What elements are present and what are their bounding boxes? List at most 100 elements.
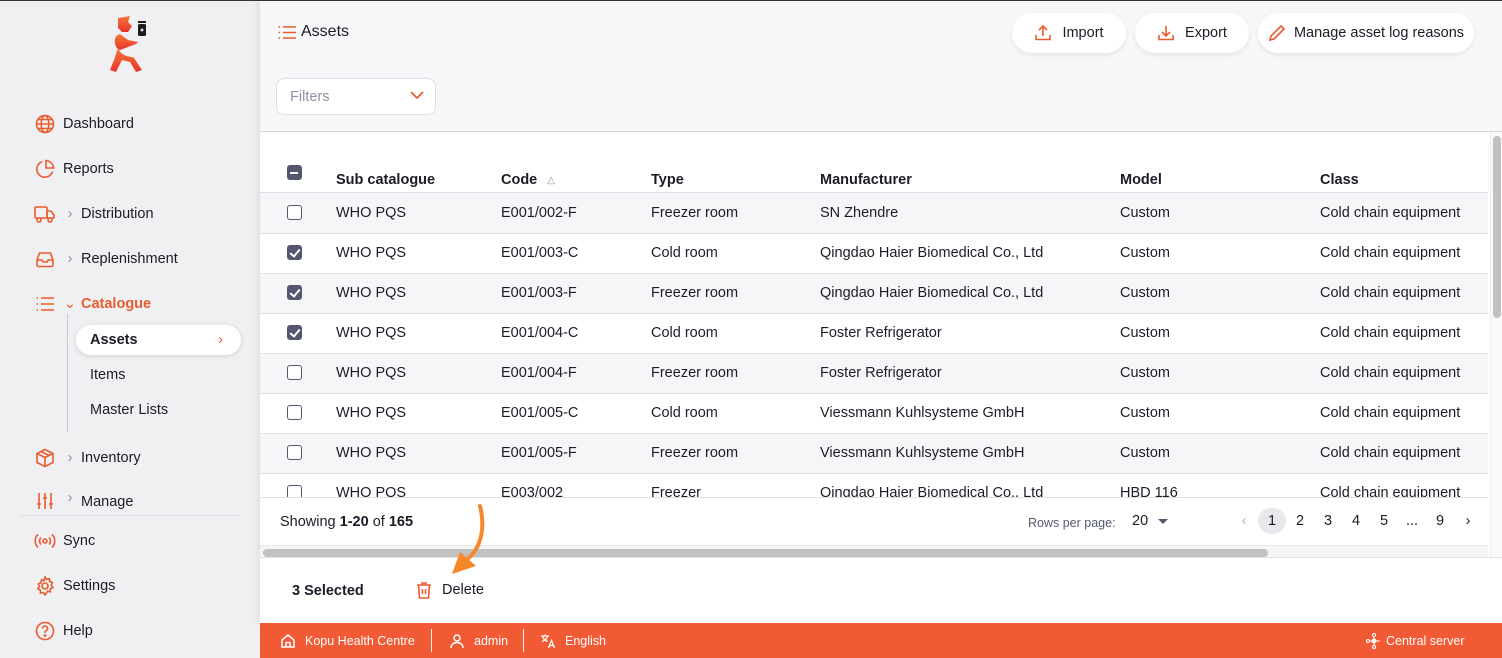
download-icon	[1157, 24, 1175, 42]
cell-class: Cold chain equipment	[1320, 405, 1460, 421]
column-header-sub-catalogue[interactable]: Sub catalogue	[336, 172, 435, 188]
list-icon	[277, 22, 297, 42]
filters-dropdown[interactable]: Filters	[276, 78, 436, 115]
nav-replenishment[interactable]: › Replenishment	[34, 246, 178, 272]
nav-dashboard[interactable]: Dashboard	[34, 111, 134, 137]
vertical-scrollbar-thumb[interactable]	[1493, 136, 1501, 318]
nav-distribution[interactable]: › Distribution	[34, 201, 154, 227]
main-content: Assets Import Export Manage asset log re…	[260, 0, 1502, 623]
chevron-right-icon[interactable]: ›	[63, 206, 77, 222]
table-row[interactable]: WHO PQSE001/003-CCold roomQingdao Haier …	[260, 234, 1488, 274]
status-bar: Kopu Health Centre admin English Central…	[260, 623, 1502, 658]
cell-code: E001/004-C	[501, 325, 578, 341]
page-button[interactable]: 2	[1286, 508, 1314, 534]
row-checkbox[interactable]	[287, 285, 302, 300]
assets-table: Sub catalogue Code△ Type Manufacturer Mo…	[260, 131, 1502, 557]
previous-page-button[interactable]: ‹	[1230, 508, 1258, 534]
cell-sub-catalogue: WHO PQS	[336, 285, 406, 301]
export-label: Export	[1185, 25, 1227, 41]
cell-manufacturer: Qingdao Haier Biomedical Co., Ltd	[820, 245, 1043, 261]
page-button[interactable]: 4	[1342, 508, 1370, 534]
nav-inventory-label: Inventory	[81, 450, 141, 466]
nav-sync[interactable]: Sync	[34, 528, 95, 554]
radio-icon	[34, 530, 56, 552]
row-checkbox[interactable]	[287, 485, 302, 497]
nav-assets[interactable]: Assets ›	[76, 325, 241, 355]
nav-help-label: Help	[63, 623, 93, 639]
chevron-right-icon[interactable]: ›	[63, 251, 77, 267]
column-header-model[interactable]: Model	[1120, 172, 1162, 188]
cell-code: E001/002-F	[501, 205, 577, 221]
globe-icon	[34, 113, 56, 135]
cell-code: E001/005-F	[501, 445, 577, 461]
row-checkbox[interactable]	[287, 205, 302, 220]
column-header-code[interactable]: Code△	[501, 172, 555, 188]
nav-sync-label: Sync	[63, 533, 95, 549]
page-button[interactable]: 5	[1370, 508, 1398, 534]
next-page-button[interactable]: ›	[1454, 508, 1482, 534]
delete-button[interactable]: Delete	[414, 580, 484, 600]
nav-items[interactable]: Items	[76, 360, 241, 390]
user-name: admin	[474, 634, 508, 648]
nav-reports[interactable]: Reports	[34, 156, 114, 182]
import-button[interactable]: Import	[1012, 13, 1126, 53]
horizontal-scrollbar-thumb[interactable]	[263, 549, 1268, 557]
manage-asset-log-reasons-button[interactable]: Manage asset log reasons	[1258, 13, 1474, 53]
nav-settings[interactable]: Settings	[34, 573, 115, 599]
row-checkbox[interactable]	[287, 445, 302, 460]
app-logo[interactable]	[108, 14, 154, 76]
page-button[interactable]: 1	[1258, 508, 1286, 534]
pagination-bar: Showing 1-20 of 165 Rows per page: 20 ‹1…	[260, 497, 1488, 545]
pagination-ellipsis[interactable]: ...	[1398, 508, 1426, 534]
cell-class: Cold chain equipment	[1320, 445, 1460, 461]
vertical-scrollbar[interactable]	[1490, 132, 1502, 558]
row-checkbox[interactable]	[287, 405, 302, 420]
language-selector[interactable]: English	[540, 623, 606, 658]
table-row[interactable]: WHO PQSE001/005-CCold roomViessmann Kuhl…	[260, 394, 1488, 434]
column-header-type[interactable]: Type	[651, 172, 684, 188]
nav-settings-label: Settings	[63, 578, 115, 594]
cell-type: Freezer room	[651, 205, 738, 221]
nav-inventory[interactable]: › Inventory	[34, 445, 141, 471]
cell-class: Cold chain equipment	[1320, 245, 1460, 261]
nav-help[interactable]: Help	[34, 618, 93, 644]
table-row[interactable]: WHO PQSE001/004-FFreezer roomFoster Refr…	[260, 354, 1488, 394]
cell-type: Cold room	[651, 245, 718, 261]
cell-model: Custom	[1120, 325, 1170, 341]
select-all-checkbox[interactable]	[287, 165, 302, 180]
server-label: Central server	[1386, 634, 1465, 648]
cell-code: E003/002	[501, 485, 563, 497]
table-row[interactable]: WHO PQSE003/002FreezerQingdao Haier Biom…	[260, 474, 1488, 497]
cell-model: Custom	[1120, 245, 1170, 261]
chevron-right-icon[interactable]: ›	[63, 490, 77, 506]
table-row[interactable]: WHO PQSE001/003-FFreezer roomQingdao Hai…	[260, 274, 1488, 314]
export-button[interactable]: Export	[1135, 13, 1249, 53]
nav-master-lists[interactable]: Master Lists	[76, 395, 241, 425]
chevron-down-icon[interactable]: ⌄	[63, 296, 77, 312]
truck-icon	[34, 203, 56, 225]
page-button[interactable]: 9	[1426, 508, 1454, 534]
table-row[interactable]: WHO PQSE001/004-CCold roomFoster Refrige…	[260, 314, 1488, 354]
row-checkbox[interactable]	[287, 365, 302, 380]
table-row[interactable]: WHO PQSE001/005-FFreezer roomViessmann K…	[260, 434, 1488, 474]
nav-catalogue[interactable]: ⌄ Catalogue	[34, 291, 151, 317]
rows-per-page-select[interactable]: 20	[1132, 513, 1168, 529]
user-menu[interactable]: admin	[449, 623, 508, 658]
sidebar-divider	[20, 515, 240, 516]
cell-sub-catalogue: WHO PQS	[336, 245, 406, 261]
cell-code: E001/005-C	[501, 405, 578, 421]
cell-manufacturer: Viessmann Kuhlsysteme GmbH	[820, 445, 1024, 461]
row-checkbox[interactable]	[287, 245, 302, 260]
table-row[interactable]: WHO PQSE001/002-FFreezer roomSN ZhendreC…	[260, 194, 1488, 234]
sort-ascending-icon: △	[547, 175, 555, 186]
store-selector[interactable]: Kopu Health Centre	[280, 623, 415, 658]
cell-sub-catalogue: WHO PQS	[336, 405, 406, 421]
column-header-manufacturer[interactable]: Manufacturer	[820, 172, 912, 188]
nav-manage-label: Manage	[81, 490, 133, 510]
cell-manufacturer: Viessmann Kuhlsysteme GmbH	[820, 405, 1024, 421]
nav-manage[interactable]: › Manage	[34, 490, 133, 510]
chevron-right-icon[interactable]: ›	[63, 450, 77, 466]
column-header-class[interactable]: Class	[1320, 172, 1359, 188]
page-button[interactable]: 3	[1314, 508, 1342, 534]
row-checkbox[interactable]	[287, 325, 302, 340]
